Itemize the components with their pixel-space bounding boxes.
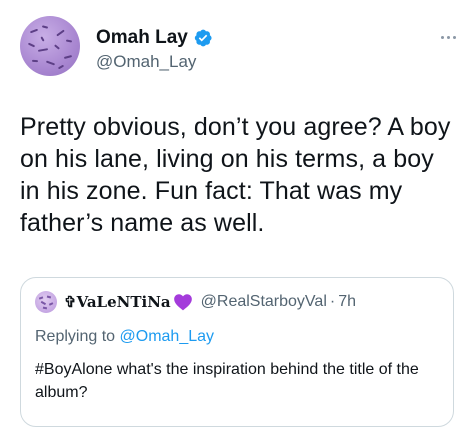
quoted-author-display-name: ✞VaLeNTiNa xyxy=(64,293,171,311)
author-avatar[interactable] xyxy=(20,16,80,76)
author-name-row: Omah Lay xyxy=(96,27,213,49)
tweet: Omah Lay @Omah_Lay Pretty obvious, don’t… xyxy=(0,0,475,427)
quoted-tweet-header: ✞VaLeNTiNa @RealStarboyVal · 7h xyxy=(64,291,356,313)
quoted-tweet-time: 7h xyxy=(338,293,356,310)
quoted-author-avatar xyxy=(35,291,57,313)
replying-to-line: Replying to @Omah_Lay xyxy=(35,326,214,348)
author-handle[interactable]: @Omah_Lay xyxy=(96,52,196,72)
replying-to-label: Replying to xyxy=(35,328,116,345)
quoted-author-handle: @RealStarboyVal xyxy=(200,293,327,310)
replying-to-mention[interactable]: @Omah_Lay xyxy=(120,328,215,345)
author-display-name[interactable]: Omah Lay xyxy=(96,27,188,49)
verified-badge-icon xyxy=(193,28,213,48)
quoted-tweet-text: #BoyAlone what's the inspiration behind … xyxy=(35,361,419,401)
more-options-icon[interactable] xyxy=(437,26,459,48)
quoted-tweet[interactable]: ✞VaLeNTiNa @RealStarboyVal · 7h Replying… xyxy=(20,277,454,427)
purple-heart-icon xyxy=(173,293,193,311)
separator-dot: · xyxy=(329,293,336,310)
tweet-text: Pretty obvious, don’t you agree? A boy o… xyxy=(20,113,451,237)
